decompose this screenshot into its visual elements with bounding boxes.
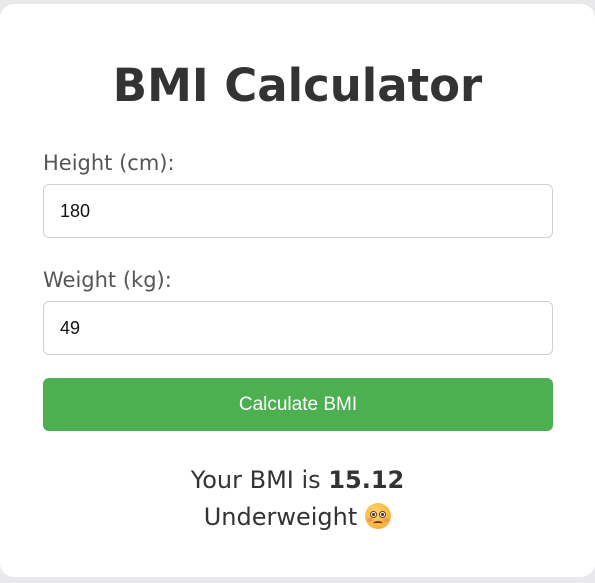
- calculate-bmi-button[interactable]: Calculate BMI: [43, 378, 553, 431]
- calculator-card: BMI Calculator Height (cm): Weight (kg):…: [0, 4, 595, 577]
- height-input[interactable]: [43, 184, 553, 238]
- height-label: Height (cm):: [43, 151, 175, 175]
- bmi-category-line: Underweight: [0, 499, 595, 535]
- weight-input[interactable]: [43, 301, 553, 355]
- bmi-category: Underweight: [203, 503, 358, 531]
- bmi-result: Your BMI is 15.12: [0, 462, 595, 498]
- page-title: BMI Calculator: [112, 59, 483, 112]
- bmi-result-prefix: Your BMI is: [190, 466, 329, 494]
- bmi-value: 15.12: [328, 466, 405, 494]
- flushed-face-icon: [365, 503, 392, 529]
- weight-label: Weight (kg):: [43, 268, 172, 292]
